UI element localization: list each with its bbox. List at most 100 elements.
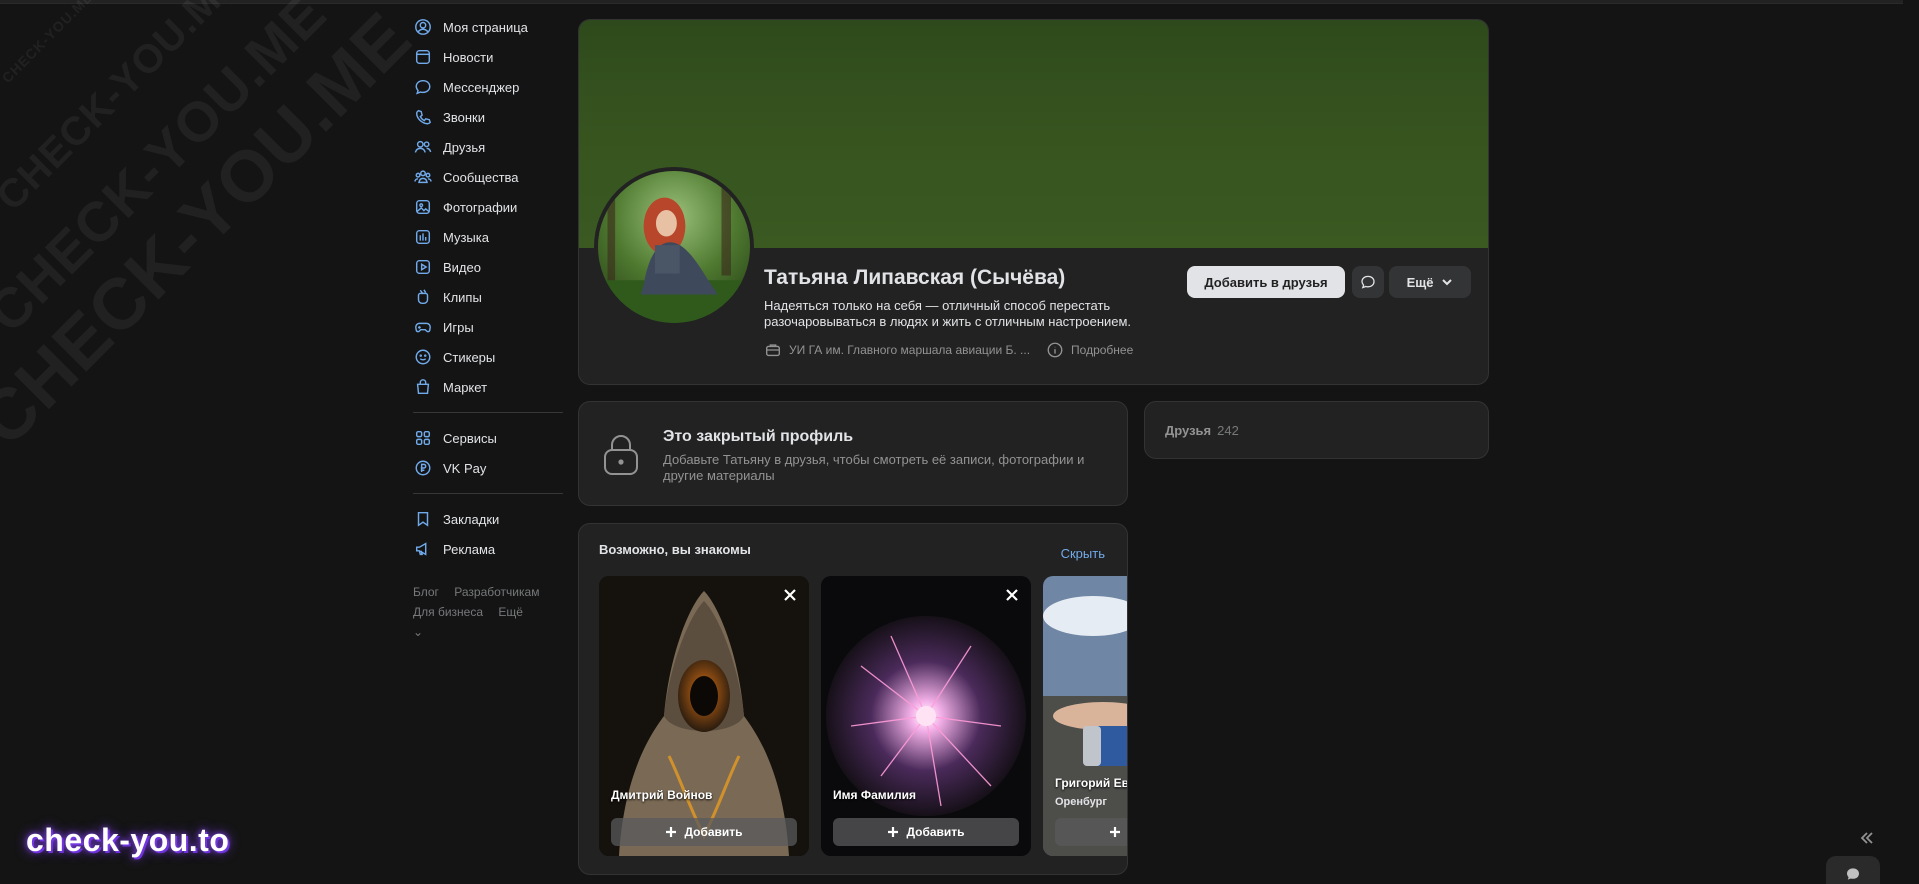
message-button[interactable] [1352,266,1384,298]
suggestion-card[interactable]: Имя Фамилия Добавить [821,576,1031,856]
briefcase-icon [766,344,780,357]
footer-link-blog[interactable]: Блог [413,585,439,599]
bookmark-icon [413,509,433,529]
double-chevron-left-icon [1860,832,1873,844]
people-suggestions: Возможно, вы знакомы Скрыть Дмитрий Войн… [578,523,1128,875]
friends-block[interactable]: Друзья 242 [1144,401,1489,459]
sidebar-item-label: Игры [443,319,474,335]
avatar-photo [598,171,750,323]
sidebar-item-vkpay[interactable]: VK Pay [413,453,563,483]
suggestion-card[interactable]: Григорий Ев Оренбург Добавить [1043,576,1127,856]
sidebar-item-label: Реклама [443,541,496,557]
clips-icon [413,287,433,307]
profile-meta: УИ ГА им. Главного маршала авиации Б. ..… [764,341,1149,359]
sidebar-item-label: Друзья [443,139,486,155]
sidebar-item-music[interactable]: Музыка [413,222,563,252]
suggestion-cards: Дмитрий Войнов Добавить Имя Фамилия Доба… [599,576,1127,856]
sidebar-item-messenger[interactable]: Мессенджер [413,72,563,102]
site-logo: check-you.to [26,822,230,858]
vkpay-icon [413,458,433,478]
sidebar-item-photos[interactable]: Фотографии [413,192,563,222]
friends-icon [413,137,433,157]
divider [413,493,563,494]
person-photo [821,576,1031,856]
close-icon [784,589,796,601]
add-person-button[interactable]: Добавить [833,818,1019,846]
sidebar-item-label: Сервисы [443,430,497,446]
sidebar-item-label: Стикеры [443,349,496,365]
avatar[interactable] [594,167,754,327]
sidebar-item-communities[interactable]: Сообщества [413,162,563,192]
lock-icon [601,432,641,476]
gamepad-icon [413,317,433,337]
sidebar-item-my-page[interactable]: Моя страница [413,12,563,42]
work-info[interactable]: УИ ГА им. Главного маршала авиации Б. ..… [764,341,1030,359]
sidebar-item-market[interactable]: Маркет [413,372,563,402]
sidebar-item-label: Мессенджер [443,79,520,95]
watermark-text: CHECK-YOU.ME [0,0,97,86]
chat-bubble-icon [1847,868,1859,880]
dismiss-button[interactable] [1003,586,1021,604]
sidebar-item-label: Фотографии [443,199,518,215]
sidebar-item-label: Звонки [443,109,485,125]
more-button[interactable]: Ещё [1389,266,1471,298]
add-person-button[interactable]: Добавить [1055,818,1127,846]
sticker-icon [413,347,433,367]
add-label: Добавить [684,825,743,839]
sidebar-item-label: Моя страница [443,19,528,35]
hide-suggestions-link[interactable]: Скрыть [1061,546,1105,561]
closed-profile-title: Это закрытый профиль [663,428,854,445]
more-label: Ещё [1406,274,1434,290]
info-icon [1047,342,1063,358]
sidebar-item-stickers[interactable]: Стикеры [413,342,563,372]
sidebar-item-services[interactable]: Сервисы [413,423,563,453]
sidebar-item-bookmarks[interactable]: Закладки [413,504,563,534]
person-photo [1043,576,1127,856]
sidebar-item-friends[interactable]: Друзья [413,132,563,162]
friends-count: 242 [1217,422,1239,438]
sidebar-item-label: Новости [443,49,494,65]
add-label: Добавить [906,825,965,839]
work-text: УИ ГА им. Главного маршала авиации Б. ..… [789,343,1031,357]
sidebar-item-label: Закладки [443,511,500,527]
person-name: Дмитрий Войнов [611,788,713,802]
details-link[interactable]: Подробнее [1046,341,1133,359]
left-sidebar: Моя страница Новости Мессенджер Звонки Д… [413,12,563,642]
collapse-chats-button[interactable] [1859,830,1875,846]
music-icon [413,227,433,247]
dismiss-button[interactable] [781,586,799,604]
add-friend-button[interactable]: Добавить в друзья [1187,266,1345,298]
person-photo [599,576,809,856]
plus-icon [666,827,677,837]
footer-links: Блог Разработчикам Для бизнеса Ещё ⌄ [413,582,563,642]
suggestion-card[interactable]: Дмитрий Войнов Добавить [599,576,809,856]
plus-icon [1110,827,1121,837]
person-city: Оренбург [1055,796,1107,808]
sidebar-item-label: Клипы [443,289,482,305]
friends-label: Друзья [1165,422,1212,438]
footer-more-label: Ещё [498,605,523,619]
sidebar-item-games[interactable]: Игры [413,312,563,342]
footer-link-developers[interactable]: Разработчикам [454,585,539,599]
chat-button[interactable] [1826,856,1880,884]
chevron-down-icon: ⌄ [413,625,424,639]
add-person-button[interactable]: Добавить [611,818,797,846]
video-icon [413,257,433,277]
sidebar-item-calls[interactable]: Звонки [413,102,563,132]
profile-status: Надеяться только на себя — отличный спос… [764,298,1132,329]
sidebar-item-video[interactable]: Видео [413,252,563,282]
services-icon [413,428,433,448]
user-circle-icon [413,17,433,37]
plus-icon [888,827,899,837]
communities-icon [413,167,433,187]
sidebar-item-label: VK Pay [443,460,487,476]
message-icon [1361,275,1375,289]
megaphone-icon [413,539,433,559]
scrollbar[interactable] [1903,0,1919,884]
closed-profile-notice: Это закрытый профиль Добавьте Татьяну в … [578,401,1128,506]
sidebar-item-clips[interactable]: Клипы [413,282,563,312]
sidebar-item-news[interactable]: Новости [413,42,563,72]
market-bag-icon [413,377,433,397]
footer-link-business[interactable]: Для бизнеса [413,605,483,619]
sidebar-item-ads[interactable]: Реклама [413,534,563,564]
